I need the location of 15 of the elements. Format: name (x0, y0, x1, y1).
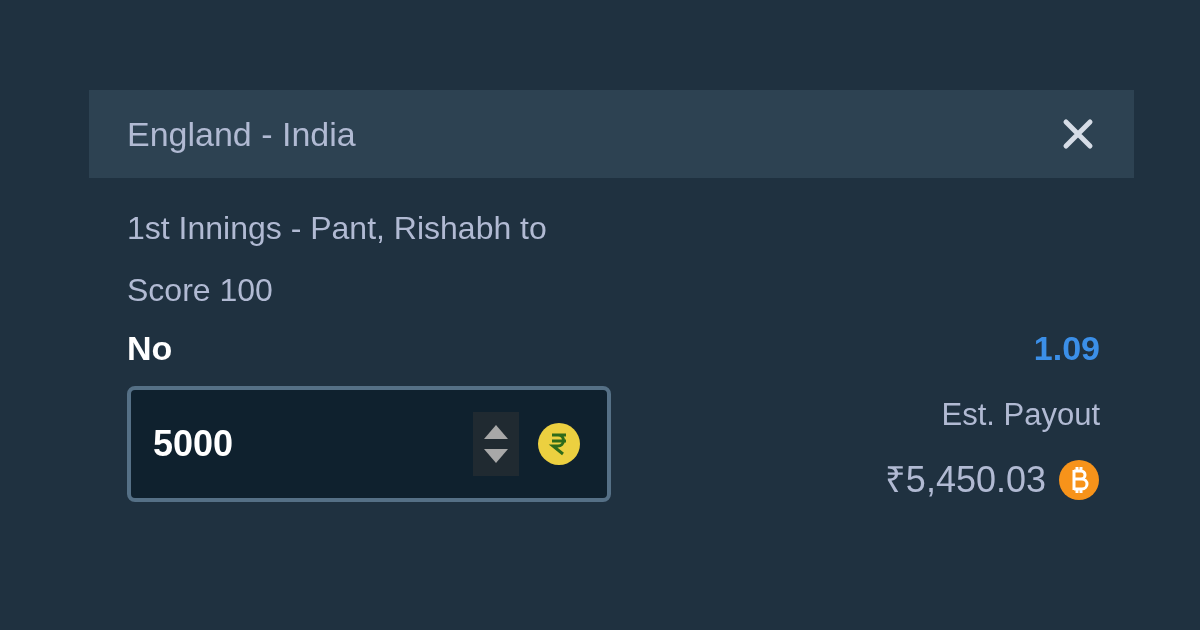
match-title: England - India (127, 113, 356, 155)
stake-input[interactable]: 5000 (153, 417, 473, 471)
up-arrow-icon[interactable] (483, 424, 509, 440)
payout-amount: ₹5,450.03 (884, 457, 1046, 502)
selection-label: No (127, 327, 173, 369)
down-arrow-icon[interactable] (483, 448, 509, 464)
bitcoin-icon (1058, 458, 1100, 501)
odds-value: 1.09 (1033, 327, 1100, 369)
stake-field[interactable]: 5000 (127, 386, 611, 502)
market-name: 1st Innings - Pant, Rishabh to (127, 209, 548, 248)
market-name: Score 100 (127, 271, 274, 310)
stepper[interactable] (473, 412, 519, 476)
rupee-coin-icon (537, 422, 581, 466)
payout-label: Est. Payout (941, 396, 1100, 434)
close-icon (1062, 118, 1094, 150)
